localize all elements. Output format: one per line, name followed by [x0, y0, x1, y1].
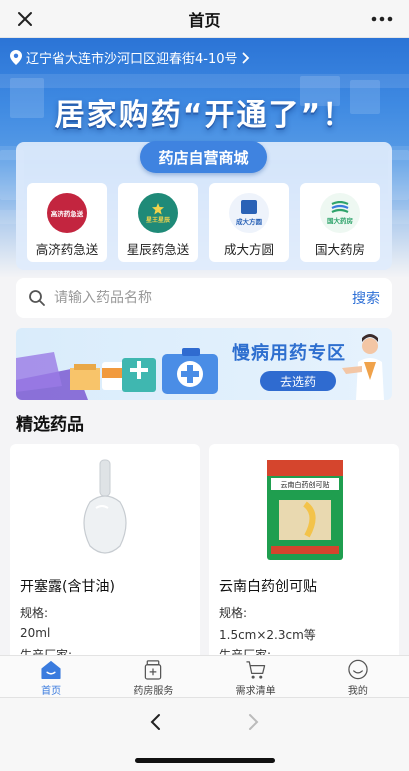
promo-title: 慢病用药专区 [232, 343, 346, 364]
back-arrow-icon[interactable] [146, 712, 166, 732]
store-tag: 药店自营商城 [140, 141, 267, 173]
bandage-box-image: 云南白药创可贴 [267, 460, 343, 560]
chevron-right-icon [242, 52, 249, 63]
top-bar: 首页 [0, 0, 409, 38]
store-card-xingchen[interactable]: 星王星辰 星辰药急送 [118, 183, 198, 262]
tab-pharmacy[interactable]: 药房服务 [102, 656, 204, 697]
store-name: 国大药房 [314, 242, 365, 257]
tab-label: 我的 [347, 686, 368, 697]
location-pin-icon [10, 50, 22, 65]
pharmacy-icon [145, 660, 162, 680]
store-name: 星辰药急送 [126, 242, 190, 257]
bottom-tab-bar: 首页 药房服务 需求清单 我的 [0, 655, 409, 697]
location-selector[interactable]: 辽宁省大连市沙河口区迎春街4-10号 [10, 48, 250, 67]
product-card[interactable]: 开塞露(含甘油) 规格: 20ml 生产厂家: [10, 444, 200, 664]
product-name: 开塞露(含甘油) [20, 579, 115, 595]
section-title: 精选药品 [16, 415, 84, 435]
chengda-logo: 成大方圆 [229, 193, 269, 233]
search-button[interactable]: 搜索 [352, 288, 380, 308]
home-icon [41, 660, 61, 680]
guoda-mark-icon [331, 201, 349, 213]
enema-bottle-image [83, 459, 127, 554]
product-name: 云南白药创可贴 [219, 579, 317, 595]
chronic-disease-promo[interactable]: 慢病用药专区 去选药 [16, 328, 392, 400]
store-name: 成大方圆 [223, 242, 274, 257]
page-title: 首页 [188, 10, 221, 30]
store-card-gaoji[interactable]: 高济药急送 高济药急送 [27, 183, 107, 262]
profile-icon [348, 659, 368, 680]
spec-value: 20ml [20, 626, 51, 640]
more-icon[interactable] [369, 8, 395, 30]
xingchen-logo: 星王星辰 [138, 193, 178, 233]
search-icon [29, 290, 45, 306]
gaoji-logo: 高济药急送 [47, 193, 87, 233]
search-input[interactable] [54, 290, 352, 306]
tab-label: 首页 [41, 686, 62, 697]
box-label: 云南白药创可贴 [281, 480, 330, 489]
spec-label: 规格: [20, 606, 49, 620]
product-card[interactable]: 云南白药创可贴 云南白药创可贴 规格: 1.5cm×2.3cm等 生产厂家: [209, 444, 399, 664]
spec-label: 规格: [219, 606, 248, 620]
pharmacist-illustration [342, 334, 384, 400]
store-name: 高济药急送 [35, 242, 99, 257]
search-bar: 搜索 [16, 278, 392, 318]
star-icon [152, 202, 164, 214]
home-indicator [135, 758, 275, 763]
cart-icon [246, 661, 265, 679]
store-card-chengda[interactable]: 成大方圆 成大方圆 [209, 183, 289, 262]
close-icon[interactable] [14, 8, 36, 30]
tab-profile[interactable]: 我的 [307, 656, 409, 697]
forward-arrow-icon[interactable] [243, 712, 263, 732]
promo-button[interactable]: 去选药 [260, 371, 336, 391]
spec-value: 1.5cm×2.3cm等 [219, 628, 316, 642]
banner-slogan: 居家购药“开通了”！ [54, 98, 355, 133]
tab-home[interactable]: 首页 [0, 656, 102, 697]
medicine-illustration [16, 348, 218, 400]
tab-label: 药房服务 [133, 686, 174, 697]
location-text: 辽宁省大连市沙河口区迎春街4-10号 [26, 52, 238, 67]
tab-demand-list[interactable]: 需求清单 [205, 656, 307, 697]
store-card-guoda[interactable]: 国大药房 国大药房 [300, 183, 380, 262]
tab-label: 需求清单 [235, 686, 276, 697]
guoda-logo: 国大药房 [320, 193, 360, 233]
